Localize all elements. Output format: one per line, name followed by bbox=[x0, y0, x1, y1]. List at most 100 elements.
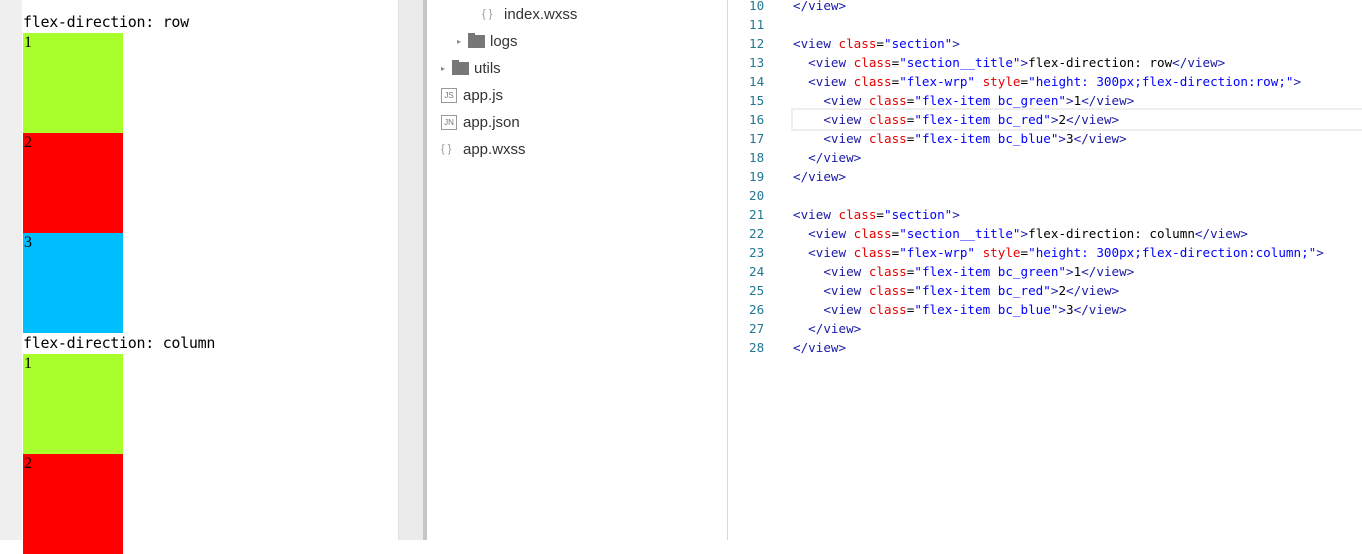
line-number: 10 bbox=[749, 0, 765, 13]
token-val: "flex-item bc_green" bbox=[914, 264, 1067, 279]
token-attr: class bbox=[853, 226, 892, 241]
flex-item: 2 bbox=[23, 133, 123, 233]
token-val: "height: 300px;flex-direction:row;" bbox=[1028, 74, 1294, 89]
code-line[interactable]: 26 <view class="flex-item bc_blue">3</vi… bbox=[729, 300, 1362, 319]
token-tag: </view> bbox=[808, 150, 862, 165]
code-line[interactable]: 19 </view> bbox=[729, 167, 1362, 186]
line-code: </view> bbox=[793, 167, 846, 186]
flex-item: 1 bbox=[23, 354, 123, 454]
token-text: 3 bbox=[1066, 302, 1074, 317]
simulator-gutter bbox=[0, 0, 22, 540]
token-tag: <view bbox=[808, 245, 854, 260]
token-val: "flex-item bc_green" bbox=[914, 93, 1067, 108]
token-tag: </view> bbox=[808, 321, 862, 336]
token-val: "height: 300px;flex-direction:column;" bbox=[1028, 245, 1317, 260]
line-number: 21 bbox=[749, 207, 765, 222]
tree-item[interactable]: JS app.js bbox=[441, 82, 503, 109]
line-number: 24 bbox=[749, 264, 765, 279]
token-attr: class bbox=[868, 93, 907, 108]
token-tag: > bbox=[952, 36, 960, 51]
code-line[interactable]: 13 <view class="section__title">flex-dir… bbox=[729, 53, 1362, 72]
line-number: 12 bbox=[749, 36, 765, 51]
token-val: "flex-item bc_blue" bbox=[914, 131, 1059, 146]
line-number: 25 bbox=[749, 283, 765, 298]
token-val: "section__title" bbox=[899, 226, 1021, 241]
token-val: "flex-wrp" bbox=[899, 74, 983, 89]
code-line[interactable]: 14 <view class="flex-wrp" style="height:… bbox=[729, 72, 1362, 91]
line-number: 18 bbox=[749, 150, 765, 165]
simulator-preview: flex-direction: row 1 2 3 flex-direction: co… bbox=[0, 0, 398, 554]
simulator-content: flex-direction: row 1 2 3 flex-direction: co… bbox=[23, 12, 215, 554]
tree-item[interactable]: ▸ logs bbox=[457, 28, 518, 55]
line-number: 16 bbox=[749, 112, 765, 127]
section: flex-direction: column 1 2 bbox=[23, 333, 215, 554]
token-text: = bbox=[876, 36, 885, 51]
token-text: = bbox=[1020, 74, 1029, 89]
code-line[interactable]: 23 <view class="flex-wrp" style="height:… bbox=[729, 243, 1362, 262]
code-line[interactable]: 11 bbox=[729, 15, 1362, 34]
token-tag: > bbox=[1020, 55, 1029, 70]
code-line[interactable]: 12 <view class="section"> bbox=[729, 34, 1362, 53]
line-code: <view class="section__title">flex-direct… bbox=[793, 224, 1248, 243]
tree-item[interactable]: { } app.wxss bbox=[441, 136, 526, 163]
flex-item: 3 bbox=[23, 233, 123, 333]
json-file-icon: JN bbox=[441, 115, 457, 130]
line-code: <view class="flex-item bc_blue">3</view> bbox=[793, 129, 1126, 148]
code-line[interactable]: 27 </view> bbox=[729, 319, 1362, 338]
code-editor[interactable]: 10 </view> 11 12 <view class="section"> 13 <v… bbox=[729, 0, 1362, 540]
line-number: 20 bbox=[749, 188, 765, 203]
token-attr: class bbox=[868, 264, 907, 279]
token-val: "flex-item bc_red" bbox=[914, 112, 1051, 127]
token-tag: </view> bbox=[1172, 55, 1226, 70]
code-line[interactable]: 17 <view class="flex-item bc_blue">3</vi… bbox=[729, 129, 1362, 148]
section-title: flex-direction: row bbox=[23, 13, 189, 31]
token-val: "flex-item bc_red" bbox=[914, 283, 1051, 298]
code-line[interactable]: 28 </view> bbox=[729, 338, 1362, 357]
code-line[interactable]: 21 <view class="section"> bbox=[729, 205, 1362, 224]
token-attr: class bbox=[868, 112, 907, 127]
token-text: 2 bbox=[1058, 283, 1067, 298]
code-line[interactable]: 10 </view> bbox=[729, 0, 1362, 15]
expand-arrow-icon[interactable]: ▸ bbox=[441, 55, 452, 82]
line-number: 14 bbox=[749, 74, 765, 89]
token-tag: <view bbox=[823, 93, 869, 108]
tree-item[interactable]: JN app.json bbox=[441, 109, 520, 136]
token-tag: </view> bbox=[1081, 264, 1135, 279]
code-line[interactable]: 22 <view class="section__title">flex-dir… bbox=[729, 224, 1362, 243]
line-code: </view> bbox=[793, 319, 861, 338]
line-number: 15 bbox=[749, 93, 765, 108]
token-attr: class bbox=[868, 283, 907, 298]
tree-item-label: logs bbox=[490, 33, 518, 50]
token-tag: <view bbox=[808, 74, 854, 89]
code-line[interactable]: 15 <view class="flex-item bc_green">1</v… bbox=[729, 91, 1362, 110]
token-attr: class bbox=[838, 207, 877, 222]
code-line[interactable]: 18 </view> bbox=[729, 148, 1362, 167]
folder-icon bbox=[468, 33, 485, 48]
line-number: 26 bbox=[749, 302, 765, 317]
section: flex-direction: row 1 2 3 bbox=[23, 12, 215, 333]
tree-item[interactable]: ▸ utils bbox=[441, 55, 501, 82]
flex-item: 2 bbox=[23, 454, 123, 554]
token-attr: class bbox=[853, 55, 892, 70]
line-number: 11 bbox=[749, 17, 765, 32]
line-code: <view class="section__title">flex-direct… bbox=[793, 53, 1225, 72]
token-tag: </view> bbox=[793, 340, 847, 355]
code-line[interactable]: 20 bbox=[729, 186, 1362, 205]
braces-icon: { } bbox=[441, 143, 452, 155]
token-val: "flex-wrp" bbox=[899, 245, 983, 260]
code-line[interactable]: 16 <view class="flex-item bc_red">2</vie… bbox=[729, 108, 1362, 131]
token-tag: <view bbox=[823, 264, 869, 279]
token-tag: </view> bbox=[1073, 302, 1127, 317]
line-code: <view class="flex-item bc_red">2</view> bbox=[793, 281, 1119, 300]
panel-splitter[interactable] bbox=[398, 0, 423, 540]
token-text: 2 bbox=[1058, 112, 1067, 127]
code-line[interactable]: 25 <view class="flex-item bc_red">2</vie… bbox=[729, 281, 1362, 300]
token-tag: </view> bbox=[1066, 112, 1120, 127]
expand-arrow-icon[interactable]: ▸ bbox=[457, 28, 468, 55]
tree-item-label: utils bbox=[474, 60, 501, 77]
code-line[interactable]: 24 <view class="flex-item bc_green">1</v… bbox=[729, 262, 1362, 281]
token-tag: > bbox=[1020, 226, 1029, 241]
tree-item[interactable]: { } index.wxss bbox=[482, 1, 577, 28]
tree-item-label: index.wxss bbox=[504, 6, 578, 23]
token-tag: </view> bbox=[793, 169, 847, 184]
